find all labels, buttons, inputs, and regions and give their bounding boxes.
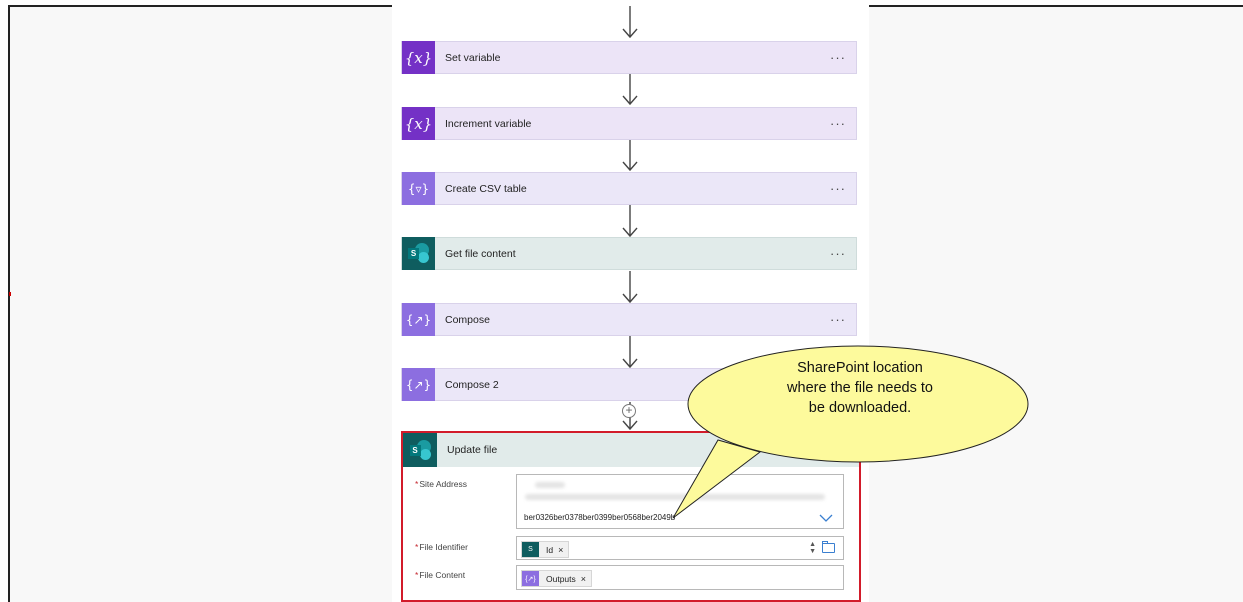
more-options-icon[interactable]: ···	[830, 116, 846, 131]
step-label: Create CSV table	[445, 182, 527, 195]
callout-text: SharePoint location where the file needs…	[787, 360, 933, 416]
update-file-header[interactable]: S Update file	[403, 433, 859, 467]
data-operation-icon: {↗}	[522, 571, 539, 586]
site-address-dropdown[interactable]: ber0326ber0378ber0399ber0568ber2049b	[516, 474, 844, 529]
step-label: Set variable	[445, 51, 501, 64]
dynamic-token-outputs[interactable]: {↗} Outputs ×	[521, 570, 593, 587]
blurred-text	[535, 482, 565, 488]
chevron-down-icon[interactable]	[819, 513, 833, 523]
add-step-icon[interactable]: +	[622, 404, 636, 418]
connector-arrow	[620, 73, 640, 109]
step-set-variable[interactable]: {x} Set variable ···	[401, 41, 857, 74]
sharepoint-icon: S	[403, 433, 437, 467]
data-operation-icon: {▿}	[402, 172, 435, 205]
blurred-text	[525, 494, 825, 500]
step-label: Compose 2	[445, 378, 499, 391]
file-identifier-label: *File Identifier	[415, 542, 468, 552]
more-options-icon[interactable]: ···	[830, 246, 846, 261]
sharepoint-icon: S	[522, 542, 539, 557]
file-identifier-field[interactable]: S Id × ▲ ▼	[516, 536, 844, 560]
step-label: Update file	[447, 444, 498, 456]
update-file-card[interactable]: S Update file *Site Address ber0326ber03…	[401, 431, 861, 602]
dynamic-token-id[interactable]: S Id ×	[521, 541, 570, 558]
data-operation-icon: {↗}	[402, 368, 435, 401]
stepper-icon[interactable]: ▲ ▼	[809, 541, 816, 555]
file-content-field[interactable]: {↗} Outputs ×	[516, 565, 844, 590]
data-operation-icon: {↗}	[402, 303, 435, 336]
step-get-file-content[interactable]: S Get file content ···	[401, 237, 857, 270]
step-increment-variable[interactable]: {x} Increment variable ···	[401, 107, 857, 140]
sharepoint-icon: S	[402, 237, 435, 270]
more-options-icon[interactable]: ···	[830, 181, 846, 196]
step-label: Get file content	[445, 247, 516, 260]
variable-icon: {x}	[402, 107, 435, 140]
step-label: Compose	[445, 313, 490, 326]
file-content-label: *File Content	[415, 570, 466, 580]
variable-icon: {x}	[402, 41, 435, 74]
folder-icon[interactable]	[822, 541, 835, 553]
step-compose[interactable]: {↗} Compose ···	[401, 303, 857, 336]
connector-arrow	[620, 6, 640, 42]
more-options-icon[interactable]: ···	[830, 312, 846, 327]
connector-arrow	[620, 139, 640, 175]
edge-mark	[9, 292, 11, 296]
connector-arrow	[620, 271, 640, 307]
connector-arrow	[620, 336, 640, 372]
more-options-icon[interactable]: ···	[830, 50, 846, 65]
step-create-csv-table[interactable]: {▿} Create CSV table ···	[401, 172, 857, 205]
connector-arrow	[620, 205, 640, 241]
site-address-label: *Site Address	[415, 479, 468, 489]
remove-token-icon[interactable]: ×	[558, 545, 563, 555]
site-address-value: ber0326ber0378ber0399ber0568ber2049b	[524, 513, 676, 522]
step-label: Increment variable	[445, 117, 532, 130]
remove-token-icon[interactable]: ×	[581, 574, 586, 584]
